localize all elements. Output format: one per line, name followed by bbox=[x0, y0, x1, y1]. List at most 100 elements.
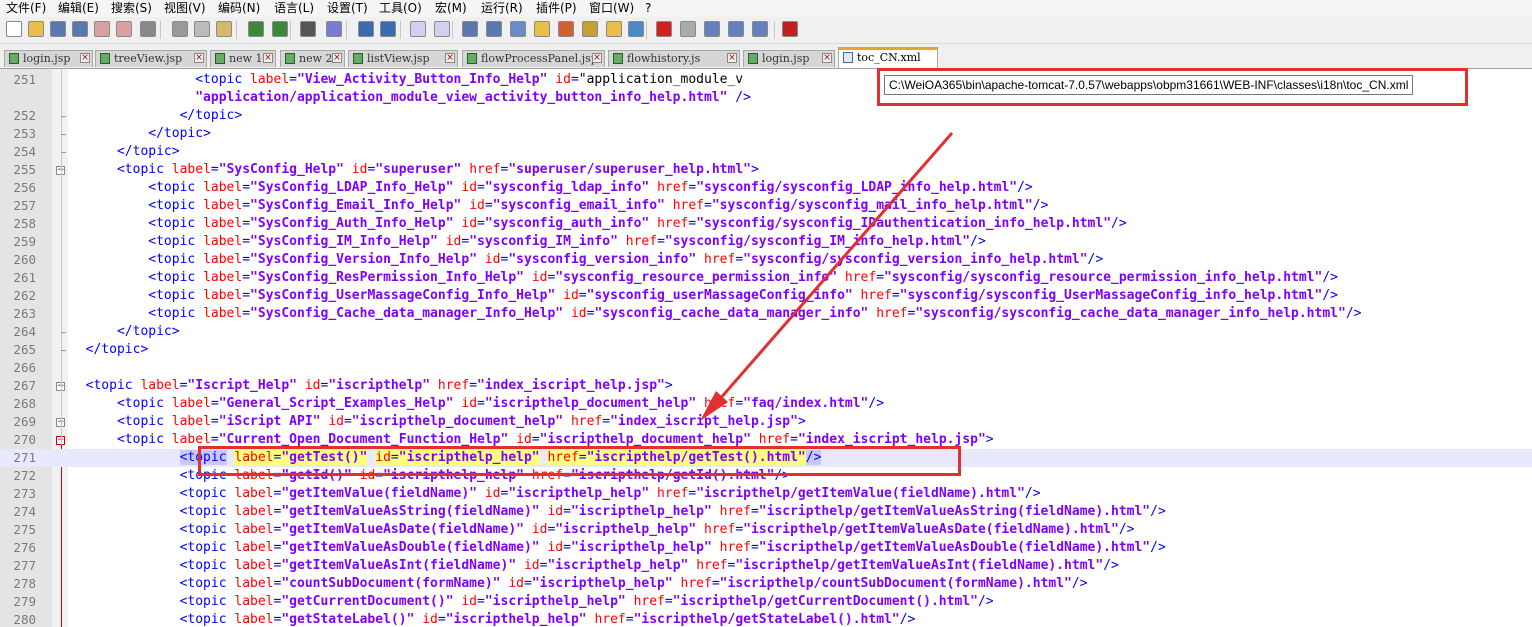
code-line[interactable]: 267 <topic label="Iscript_Help" id="iscr… bbox=[0, 377, 1532, 395]
show-all-chars-icon[interactable] bbox=[486, 21, 502, 37]
code-text: <topic label="getItemValueAsDate(fieldNa… bbox=[179, 522, 1135, 537]
function-list-icon[interactable] bbox=[582, 21, 598, 37]
cut-icon[interactable] bbox=[172, 21, 188, 37]
code-text: <topic label="View_Activity_Button_Info_… bbox=[195, 72, 744, 87]
code-line[interactable]: 273 <topic label="getItemValue(fieldName… bbox=[0, 485, 1532, 503]
code-text: <topic label="iScript API" id="iscripthe… bbox=[116, 414, 806, 429]
sync-h-icon[interactable] bbox=[434, 21, 450, 37]
replace-icon[interactable] bbox=[326, 21, 342, 37]
menu-item-8[interactable]: 宏(M) bbox=[435, 1, 467, 16]
tab-2[interactable]: new 1 × bbox=[210, 50, 276, 67]
tab-close-icon[interactable]: × bbox=[592, 53, 602, 63]
code-line[interactable]: 264 </topic> bbox=[0, 323, 1532, 341]
menu-item-5[interactable]: 语言(L) bbox=[274, 1, 314, 16]
stop-macro-icon[interactable] bbox=[680, 21, 696, 37]
indent-guide-icon[interactable] bbox=[510, 21, 526, 37]
file-saved-icon bbox=[285, 53, 295, 64]
undo-icon[interactable] bbox=[248, 21, 264, 37]
tab-close-icon[interactable]: × bbox=[194, 53, 204, 63]
code-line[interactable]: 257 <topic label="SysConfig_Email_Info_H… bbox=[0, 197, 1532, 215]
file-saved-icon bbox=[100, 53, 110, 64]
code-line[interactable]: 263 <topic label="SysConfig_Cache_data_m… bbox=[0, 305, 1532, 323]
monitor-icon[interactable] bbox=[628, 21, 644, 37]
word-wrap-icon[interactable] bbox=[462, 21, 478, 37]
code-line[interactable]: 274 <topic label="getItemValueAsString(f… bbox=[0, 503, 1532, 521]
redo-icon[interactable] bbox=[272, 21, 288, 37]
tab-close-icon[interactable]: × bbox=[263, 53, 273, 63]
code-line[interactable]: 252 </topic> bbox=[0, 107, 1532, 125]
code-line[interactable]: 277 <topic label="getItemValueAsInt(fiel… bbox=[0, 557, 1532, 575]
editor[interactable]: −−−− 251 <topic label="View_Activity_But… bbox=[0, 69, 1532, 627]
menu-item-2[interactable]: 搜索(S) bbox=[111, 1, 152, 16]
tab-label: toc_CN.xml bbox=[857, 51, 921, 64]
tab-5[interactable]: flowProcessPanel.jsp × bbox=[462, 50, 605, 67]
menu-item-9[interactable]: 运行(R) bbox=[481, 1, 523, 16]
code-line[interactable]: 266 bbox=[0, 359, 1532, 377]
line-number: 256 bbox=[13, 180, 36, 195]
code-line[interactable]: 260 <topic label="SysConfig_Version_Info… bbox=[0, 251, 1532, 269]
print-icon[interactable] bbox=[140, 21, 156, 37]
play-macro-icon[interactable] bbox=[704, 21, 720, 37]
folder-icon[interactable] bbox=[606, 21, 622, 37]
zoom-in-icon[interactable] bbox=[358, 21, 374, 37]
menu-item-3[interactable]: 视图(V) bbox=[164, 1, 206, 16]
tab-close-icon[interactable]: × bbox=[332, 53, 342, 63]
code-text: <topic label="SysConfig_Help" id="superu… bbox=[116, 162, 759, 177]
save-all-icon[interactable] bbox=[72, 21, 88, 37]
menu-item-0[interactable]: 文件(F) bbox=[6, 1, 46, 16]
copy-icon[interactable] bbox=[194, 21, 210, 37]
menu-item-1[interactable]: 编辑(E) bbox=[58, 1, 99, 16]
tab-close-icon[interactable]: × bbox=[80, 53, 90, 63]
code-line[interactable]: 262 <topic label="SysConfig_UserMassageC… bbox=[0, 287, 1532, 305]
tab-1[interactable]: treeView.jsp × bbox=[95, 50, 207, 67]
lang-icon[interactable] bbox=[534, 21, 550, 37]
code-line[interactable]: 258 <topic label="SysConfig_Auth_Info_He… bbox=[0, 215, 1532, 233]
sync-v-icon[interactable] bbox=[410, 21, 426, 37]
doc-map-icon[interactable] bbox=[558, 21, 574, 37]
code-line[interactable]: 256 <topic label="SysConfig_LDAP_Info_He… bbox=[0, 179, 1532, 197]
code-line[interactable]: 275 <topic label="getItemValueAsDate(fie… bbox=[0, 521, 1532, 539]
save-icon[interactable] bbox=[50, 21, 66, 37]
code-line[interactable]: 253 </topic> bbox=[0, 125, 1532, 143]
code-line[interactable]: 280 <topic label="getStateLabel()" id="i… bbox=[0, 611, 1532, 627]
tab-0[interactable]: login.jsp × bbox=[4, 50, 93, 67]
tab-7[interactable]: login.jsp × bbox=[743, 50, 835, 67]
zoom-out-icon[interactable] bbox=[380, 21, 396, 37]
close-icon[interactable] bbox=[94, 21, 110, 37]
code-line[interactable]: 278 <topic label="countSubDocument(formN… bbox=[0, 575, 1532, 593]
tab-3[interactable]: new 2 × bbox=[280, 50, 345, 67]
save-macro-icon[interactable] bbox=[752, 21, 768, 37]
file-saved-icon bbox=[215, 53, 225, 64]
tab-close-icon[interactable]: × bbox=[822, 53, 832, 63]
spellcheck-icon[interactable] bbox=[782, 21, 798, 37]
paste-icon[interactable] bbox=[216, 21, 232, 37]
code-line[interactable]: 265 </topic> bbox=[0, 341, 1532, 359]
menu-item-6[interactable]: 设置(T) bbox=[327, 1, 368, 16]
tab-close-icon[interactable]: × bbox=[445, 53, 455, 63]
tab-6[interactable]: flowhistory.js × bbox=[608, 50, 740, 67]
menu-item-12[interactable]: ? bbox=[645, 1, 651, 16]
tab-8[interactable]: toc_CN.xml bbox=[838, 47, 938, 68]
close-all-icon[interactable] bbox=[116, 21, 132, 37]
code-line[interactable]: 261 <topic label="SysConfig_ResPermissio… bbox=[0, 269, 1532, 287]
code-line[interactable]: 276 <topic label="getItemValueAsDouble(f… bbox=[0, 539, 1532, 557]
new-file-icon[interactable] bbox=[6, 21, 22, 37]
code-line[interactable]: 255 <topic label="SysConfig_Help" id="su… bbox=[0, 161, 1532, 179]
menu-item-7[interactable]: 工具(O) bbox=[379, 1, 422, 16]
menu-item-11[interactable]: 窗口(W) bbox=[589, 1, 634, 16]
menu-item-10[interactable]: 插件(P) bbox=[536, 1, 577, 16]
record-macro-icon[interactable] bbox=[656, 21, 672, 37]
tab-close-icon[interactable]: × bbox=[727, 53, 737, 63]
tab-label: new 1 bbox=[229, 52, 263, 65]
find-icon[interactable] bbox=[300, 21, 316, 37]
code-line[interactable]: 259 <topic label="SysConfig_IM_Info_Help… bbox=[0, 233, 1532, 251]
code-line[interactable]: 279 <topic label="getCurrentDocument()" … bbox=[0, 593, 1532, 611]
code-line[interactable]: 269 <topic label="iScript API" id="iscri… bbox=[0, 413, 1532, 431]
code-line[interactable]: 254 </topic> bbox=[0, 143, 1532, 161]
open-icon[interactable] bbox=[28, 21, 44, 37]
run-macro-multiple-icon[interactable] bbox=[728, 21, 744, 37]
menu-item-4[interactable]: 编码(N) bbox=[218, 1, 260, 16]
code-line[interactable]: 268 <topic label="General_Script_Example… bbox=[0, 395, 1532, 413]
code-text: </topic> bbox=[85, 342, 149, 357]
tab-4[interactable]: listView.jsp × bbox=[348, 50, 458, 67]
